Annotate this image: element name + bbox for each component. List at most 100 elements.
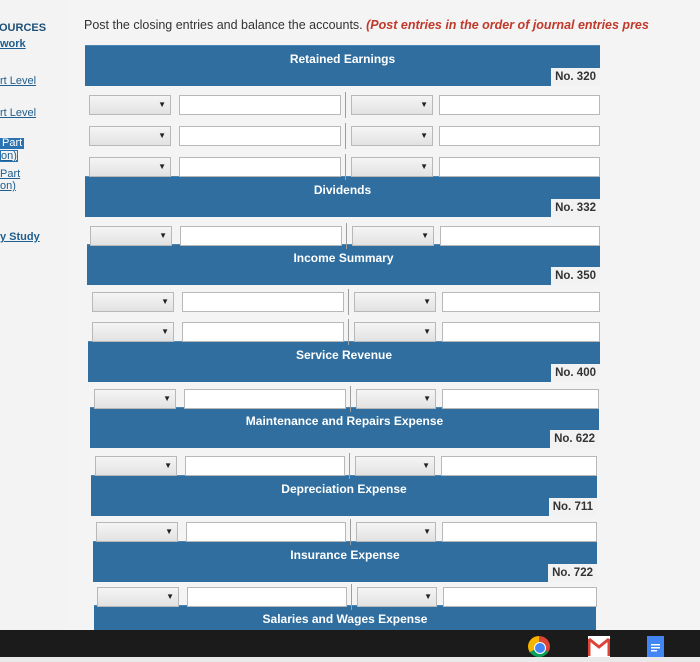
credit-account-select[interactable]: ▼ — [351, 95, 433, 115]
entry-row: ▼ ▼ — [89, 92, 600, 118]
account-header-depreciation: Depreciation Expense No. 711 — [91, 475, 597, 516]
credit-amount-input[interactable] — [439, 157, 600, 177]
debit-account-select[interactable]: ▼ — [94, 389, 176, 409]
credit-account-select[interactable]: ▼ — [354, 292, 436, 312]
debit-amount-input[interactable] — [185, 456, 345, 476]
debit-account-select[interactable]: ▼ — [92, 322, 174, 342]
instructions: Post the closing entries and balance the… — [84, 18, 700, 32]
debit-amount-input[interactable] — [180, 226, 342, 246]
account-title: Dividends — [313, 183, 372, 197]
entry-row: ▼ ▼ — [92, 319, 600, 345]
account-number: No. 350 — [551, 267, 600, 285]
credit-account-select[interactable]: ▼ — [351, 126, 433, 146]
credit-account-select[interactable]: ▼ — [356, 389, 436, 409]
credit-account-select[interactable]: ▼ — [352, 226, 434, 246]
debit-account-select[interactable]: ▼ — [89, 95, 171, 115]
chevron-down-icon: ▼ — [158, 100, 166, 109]
sidebar-link-work[interactable]: work — [0, 38, 26, 50]
sidebar-link-level-1[interactable]: rt Level — [0, 75, 36, 87]
chevron-down-icon: ▼ — [159, 231, 167, 240]
credit-amount-input[interactable] — [439, 126, 600, 146]
sidebar-link-part-2-suffix[interactable]: on) — [0, 180, 16, 192]
t-account-divider — [345, 123, 346, 149]
credit-account-select[interactable]: ▼ — [356, 522, 436, 542]
account-header-service-revenue: Service Revenue No. 400 — [88, 341, 600, 382]
chevron-down-icon: ▼ — [423, 527, 431, 536]
chevron-down-icon: ▼ — [422, 461, 430, 470]
t-account-divider — [345, 154, 346, 180]
chevron-down-icon: ▼ — [166, 592, 174, 601]
entry-row: ▼ ▼ — [97, 584, 597, 610]
gmail-icon[interactable] — [587, 636, 611, 657]
account-title: Salaries and Wages Expense — [262, 612, 428, 626]
sidebar-link-level-2[interactable]: rt Level — [0, 107, 36, 119]
credit-amount-input[interactable] — [442, 322, 600, 342]
instructions-emphasis: (Post entries in the order of journal en… — [366, 18, 649, 32]
chrome-icon[interactable] — [528, 636, 550, 657]
account-number: No. 320 — [551, 68, 600, 86]
chevron-down-icon: ▼ — [165, 527, 173, 536]
entry-row: ▼ ▼ — [96, 519, 597, 545]
debit-account-select[interactable]: ▼ — [95, 456, 177, 476]
sidebar-link-part-1[interactable]: Part — [0, 138, 25, 149]
t-account-divider — [351, 584, 352, 610]
t-account-divider — [350, 386, 351, 412]
chevron-down-icon: ▼ — [161, 297, 169, 306]
account-number: No. 400 — [551, 364, 600, 382]
entry-row: ▼ ▼ — [90, 223, 600, 249]
chevron-down-icon: ▼ — [420, 131, 428, 140]
credit-amount-input[interactable] — [439, 95, 600, 115]
account-header-maintenance-repairs: Maintenance and Repairs Expense No. 622 — [90, 407, 599, 448]
account-header-income-summary: Income Summary No. 350 — [87, 244, 600, 285]
debit-amount-input[interactable] — [186, 522, 346, 542]
debit-account-select[interactable]: ▼ — [92, 292, 174, 312]
credit-amount-input[interactable] — [442, 522, 597, 542]
debit-account-select[interactable]: ▼ — [96, 522, 178, 542]
debit-amount-input[interactable] — [187, 587, 347, 607]
account-header-dividends: Dividends No. 332 — [85, 176, 600, 217]
taskbar — [0, 630, 700, 657]
sidebar-link-part-2[interactable]: Part — [0, 168, 20, 180]
sidebar: OURCES work rt Level rt Level Part on) P… — [0, 0, 67, 630]
t-account-divider — [345, 92, 346, 118]
entry-row: ▼ ▼ — [95, 453, 599, 479]
t-account-divider — [349, 453, 350, 479]
account-header-retained-earnings: Retained Earnings No. 320 — [85, 45, 600, 86]
credit-amount-input[interactable] — [440, 226, 600, 246]
sidebar-link-part-1-suffix[interactable]: on) — [0, 150, 18, 162]
credit-amount-input[interactable] — [441, 456, 597, 476]
credit-amount-input[interactable] — [442, 389, 599, 409]
credit-amount-input[interactable] — [442, 292, 600, 312]
credit-account-select[interactable]: ▼ — [355, 456, 435, 476]
debit-amount-input[interactable] — [179, 126, 341, 146]
entry-row: ▼ ▼ — [89, 123, 600, 149]
chevron-down-icon: ▼ — [161, 327, 169, 336]
chevron-down-icon: ▼ — [158, 162, 166, 171]
debit-amount-input[interactable] — [182, 292, 344, 312]
docs-icon[interactable] — [647, 636, 664, 657]
debit-account-select[interactable]: ▼ — [89, 157, 171, 177]
debit-amount-input[interactable] — [182, 322, 344, 342]
chevron-down-icon: ▼ — [163, 394, 171, 403]
debit-amount-input[interactable] — [179, 95, 341, 115]
account-title: Service Revenue — [295, 348, 393, 362]
account-header-insurance: Insurance Expense No. 722 — [93, 541, 597, 582]
debit-amount-input[interactable] — [184, 389, 346, 409]
credit-account-select[interactable]: ▼ — [351, 157, 433, 177]
credit-account-select[interactable]: ▼ — [354, 322, 436, 342]
resources-label: OURCES — [0, 22, 47, 34]
debit-account-select[interactable]: ▼ — [90, 226, 172, 246]
debit-account-select[interactable]: ▼ — [89, 126, 171, 146]
credit-amount-input[interactable] — [443, 587, 597, 607]
chevron-down-icon: ▼ — [424, 592, 432, 601]
entry-row: ▼ ▼ — [94, 386, 600, 412]
account-title: Retained Earnings — [289, 52, 396, 66]
sidebar-link-study[interactable]: y Study — [0, 231, 40, 243]
account-number: No. 332 — [551, 199, 600, 217]
credit-account-select[interactable]: ▼ — [357, 587, 437, 607]
t-account-divider — [348, 319, 349, 345]
account-title: Income Summary — [293, 251, 394, 265]
debit-amount-input[interactable] — [179, 157, 341, 177]
debit-account-select[interactable]: ▼ — [97, 587, 179, 607]
chevron-down-icon: ▼ — [423, 327, 431, 336]
